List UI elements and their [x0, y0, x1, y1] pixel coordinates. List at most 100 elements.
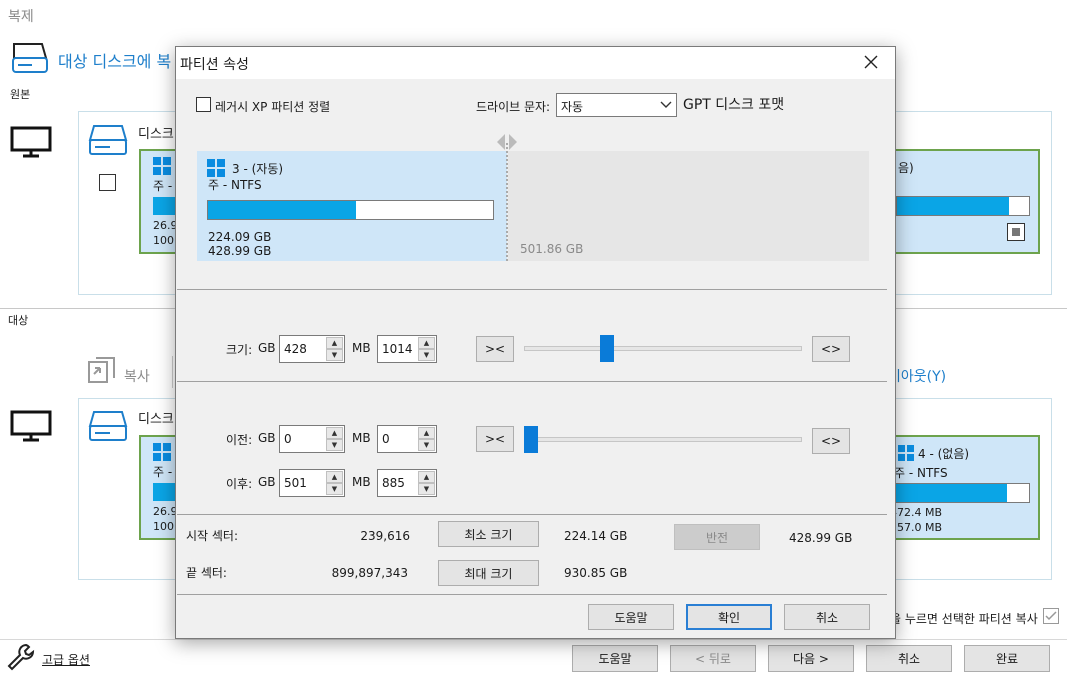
dialog-cancel-button[interactable]: 취소 [784, 604, 870, 630]
legacy-align-label: 레거시 XP 파티션 정렬 [215, 100, 331, 114]
source-partition-right[interactable]: 음) [880, 149, 1040, 254]
close-icon[interactable] [864, 55, 878, 69]
start-sector-value: 239,616 [360, 529, 410, 543]
next-button[interactable]: 다음 > [768, 645, 854, 672]
after-gb-unit: GB [258, 475, 276, 489]
usage-bar-fill [208, 201, 357, 219]
down-arrow-icon[interactable]: ▼ [326, 349, 343, 361]
partition-name: 음) [898, 161, 914, 175]
before-gb-unit: GB [258, 431, 276, 445]
partition-used: 472.4 MB [890, 506, 943, 519]
before-mb-stepper[interactable]: 0 ▲ ▼ [377, 425, 437, 453]
partition-total: 557.0 MB [890, 521, 943, 534]
divider [177, 594, 887, 595]
drive-letter-label: 드라이브 문자: [476, 100, 551, 114]
clone-disk-icon [10, 40, 50, 78]
cancel-button[interactable]: 취소 [866, 645, 952, 672]
dialog-ok-button[interactable]: 확인 [686, 604, 772, 630]
up-arrow-icon[interactable]: ▲ [326, 337, 343, 349]
before-slider-track[interactable] [524, 437, 802, 442]
wrench-icon [6, 642, 36, 672]
drive-letter-value: 자동 [561, 100, 584, 114]
copy-icon [86, 356, 118, 388]
end-sector-label: 끝 섹터: [186, 566, 227, 580]
size-shrink-button[interactable]: >< [476, 336, 514, 362]
down-arrow-icon[interactable]: ▼ [326, 439, 343, 451]
windows-icon [153, 157, 171, 175]
partition-used: 224.09 GB [208, 230, 272, 244]
source-disk-checkbox[interactable] [99, 174, 116, 191]
partition-checkbox[interactable] [1007, 223, 1025, 241]
partition-name: 4 - (없음) [918, 447, 970, 461]
min-size-value: 224.14 GB [564, 529, 628, 543]
dialog-titlebar: 파티션 속성 [176, 47, 895, 79]
windows-icon [207, 159, 225, 177]
size-slider-thumb[interactable] [600, 335, 614, 362]
after-mb-unit: MB [352, 475, 371, 489]
dialog-title: 파티션 속성 [180, 57, 249, 73]
max-size-button[interactable]: 최대 크기 [438, 560, 539, 586]
size-expand-button[interactable]: <> [812, 336, 850, 362]
min-size-button[interactable]: 최소 크기 [438, 521, 539, 547]
gpt-label: GPT 디스크 포맷 [683, 97, 785, 113]
partition-block[interactable]: 3 - (자동) 주 - NTFS 224.09 GB 428.99 GB [197, 151, 507, 261]
finish-button[interactable]: 완료 [964, 645, 1050, 672]
down-arrow-icon[interactable]: ▼ [418, 439, 435, 451]
up-arrow-icon[interactable]: ▲ [418, 471, 435, 483]
step-title: 대상 디스크에 복 [58, 52, 172, 71]
after-mb-value: 885 [382, 476, 405, 490]
footer-divider [0, 639, 1067, 640]
size-gb-value: 428 [284, 342, 307, 356]
reverse-value: 428.99 GB [789, 531, 853, 545]
max-size-value: 930.85 GB [564, 566, 628, 580]
up-arrow-icon[interactable]: ▲ [326, 427, 343, 439]
help-button[interactable]: 도움말 [572, 645, 658, 672]
size-gb-stepper[interactable]: 428 ▲ ▼ [279, 335, 345, 363]
down-arrow-icon[interactable]: ▼ [326, 483, 343, 495]
partition-name: 3 - (자동) [232, 162, 284, 176]
down-arrow-icon[interactable]: ▼ [418, 483, 435, 495]
before-label: 이전: [226, 433, 253, 447]
before-gb-value: 0 [284, 432, 292, 446]
before-shrink-button[interactable]: >< [476, 426, 514, 452]
drive-letter-select[interactable]: 자동 [556, 93, 677, 117]
size-slider-track[interactable] [524, 346, 802, 351]
copy-hint-checkbox[interactable] [1043, 608, 1059, 624]
partition-properties-dialog: 파티션 속성 레거시 XP 파티션 정렬 드라이브 문자: 자동 GPT 디스크… [175, 46, 896, 639]
copy-hint: 을 누르면 선택한 파티션 복사 [890, 612, 1038, 626]
up-arrow-icon[interactable]: ▲ [418, 337, 435, 349]
copy-button[interactable]: 복사 [124, 366, 150, 386]
up-arrow-icon[interactable]: ▲ [326, 471, 343, 483]
source-label: 원본 [10, 88, 31, 101]
partition-type: 주 - NTFS [894, 466, 948, 480]
usage-bar [207, 200, 494, 220]
legacy-align-checkbox[interactable] [196, 97, 211, 112]
reverse-button[interactable]: 반전 [674, 524, 760, 550]
divider [177, 289, 887, 290]
advanced-options-link[interactable]: 고급 옵션 [42, 651, 90, 668]
target-disk-label: 디스크 [138, 412, 174, 427]
layout-link[interactable]: 이아웃(Y) [888, 366, 946, 386]
free-space-block[interactable]: 501.86 GB [508, 151, 869, 261]
after-gb-stepper[interactable]: 501 ▲ ▼ [279, 469, 345, 497]
start-sector-label: 시작 섹터: [186, 529, 239, 543]
up-arrow-icon[interactable]: ▲ [418, 427, 435, 439]
dialog-help-button[interactable]: 도움말 [588, 604, 674, 630]
chevron-down-icon [660, 101, 672, 109]
source-disk-label: 디스크 [138, 127, 174, 142]
end-sector-value: 899,897,343 [331, 566, 408, 580]
before-expand-button[interactable]: <> [812, 428, 850, 454]
back-button[interactable]: < 뒤로 [670, 645, 756, 672]
divider [177, 514, 887, 515]
usage-bar [890, 483, 1030, 503]
target-partition-right[interactable]: 4 - (없음) 주 - NTFS 472.4 MB 557.0 MB [880, 435, 1040, 540]
after-mb-stepper[interactable]: 885 ▲ ▼ [377, 469, 437, 497]
windows-icon [153, 443, 171, 461]
partition-total: 428.99 GB [208, 244, 272, 258]
down-arrow-icon[interactable]: ▼ [418, 349, 435, 361]
before-slider-thumb[interactable] [524, 426, 538, 453]
size-mb-stepper[interactable]: 1014 ▲ ▼ [377, 335, 437, 363]
window-title: 복제 [8, 9, 34, 25]
before-gb-stepper[interactable]: 0 ▲ ▼ [279, 425, 345, 453]
partition-used: 26.9 [153, 505, 178, 518]
